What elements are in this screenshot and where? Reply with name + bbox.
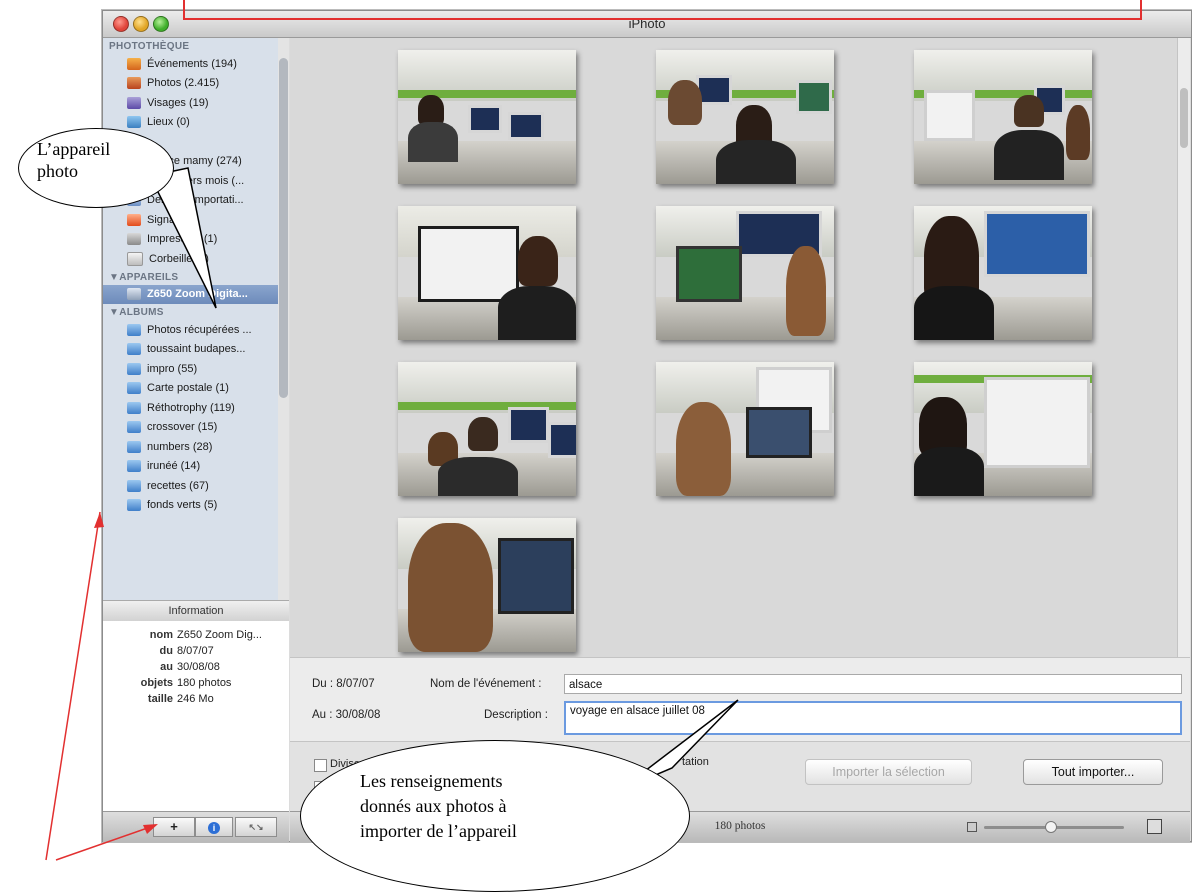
red-arrow-sidebar bbox=[45, 511, 101, 861]
album-icon bbox=[127, 440, 141, 453]
thumbnail-size-knob[interactable] bbox=[1045, 821, 1057, 833]
fullscreen-icon: ↖↘ bbox=[248, 822, 264, 832]
photo-thumbnail[interactable] bbox=[398, 518, 576, 652]
photo-thumbnail[interactable] bbox=[656, 206, 834, 340]
sidebar-item-photos[interactable]: Photos (2.415) bbox=[103, 74, 277, 94]
sidebar-album[interactable]: impro (55) bbox=[103, 359, 277, 379]
info-row-from: du 8/07/07 bbox=[159, 645, 214, 657]
faces-icon bbox=[127, 96, 141, 109]
info-row-name: nom Z650 Zoom Dig... bbox=[149, 629, 262, 641]
sidebar-album[interactable]: Carte postale (1) bbox=[103, 379, 277, 399]
library-section-header: PHOTOTHÈQUE bbox=[109, 41, 190, 52]
photo-browser-scrollbar[interactable] bbox=[1177, 38, 1190, 657]
sidebar-item-flagged[interactable]: Signalées bbox=[103, 210, 277, 230]
album-icon bbox=[127, 343, 141, 356]
event-name-field[interactable]: alsace bbox=[564, 674, 1182, 694]
iphoto-window: iPhoto PHOTOTHÈQUE Événements (194) Phot… bbox=[102, 10, 1192, 842]
small-thumbnail-icon bbox=[967, 822, 977, 832]
import-event-form: Du : 8/07/07 Au : 30/08/08 Nom de l'évén… bbox=[290, 657, 1190, 742]
print-icon bbox=[127, 233, 141, 246]
album-icon bbox=[127, 323, 141, 336]
info-pane: nom Z650 Zoom Dig... du 8/07/07 au 30/08/08… bbox=[103, 621, 289, 811]
sidebar-toolbar: + i ↖↘ bbox=[103, 811, 289, 842]
info-button[interactable]: i bbox=[195, 817, 233, 837]
event-name-label: Nom de l'événement : bbox=[430, 678, 542, 690]
flag-icon bbox=[127, 213, 141, 226]
album-icon bbox=[127, 382, 141, 395]
photo-thumbnail[interactable] bbox=[914, 50, 1092, 184]
album-icon bbox=[127, 421, 141, 434]
info-icon: i bbox=[208, 822, 220, 834]
camera-callout-text-2: photo bbox=[37, 161, 79, 181]
from-date-label: Du : 8/07/07 bbox=[312, 678, 375, 690]
split-events-checkbox[interactable] bbox=[314, 759, 327, 772]
photo-thumbnail[interactable] bbox=[398, 362, 576, 496]
photo-browser-scroll-thumb[interactable] bbox=[1180, 88, 1188, 148]
info-row-objects: objets 180 photos bbox=[140, 677, 232, 689]
info-callout-text-3: importer de l’appareil bbox=[360, 821, 517, 841]
import-selection-button[interactable]: Importer la sélection bbox=[805, 759, 972, 785]
sidebar-album[interactable]: Réthotrophy (119) bbox=[103, 398, 277, 418]
import-all-button[interactable]: Tout importer... bbox=[1023, 759, 1163, 785]
albums-section-header[interactable]: ▼ALBUMS bbox=[103, 304, 289, 320]
album-icon bbox=[127, 401, 141, 414]
split-events-label-end: tation bbox=[682, 756, 709, 768]
sidebar-album[interactable]: Photos récupérées ... bbox=[103, 320, 277, 340]
sidebar-album[interactable]: toussaint budapes... bbox=[103, 340, 277, 360]
source-list: PHOTOTHÈQUE Événements (194) Photos (2.4… bbox=[103, 38, 289, 600]
sidebar-item-places[interactable]: Lieux (0) bbox=[103, 113, 277, 133]
album-icon bbox=[127, 499, 141, 512]
photo-thumbnail[interactable] bbox=[656, 362, 834, 496]
trash-icon bbox=[127, 251, 143, 266]
devices-section-header[interactable]: ▼APPAREILS bbox=[103, 269, 289, 285]
camera-icon bbox=[127, 288, 141, 301]
events-icon bbox=[127, 57, 141, 70]
album-icon bbox=[127, 479, 141, 492]
sidebar-item-trash[interactable]: Corbeille (1) bbox=[103, 249, 277, 269]
sidebar-item-camera[interactable]: Z650 Zoom Digita... bbox=[103, 284, 278, 304]
fullscreen-button[interactable]: ↖↘ bbox=[235, 817, 277, 837]
sidebar-album[interactable]: fonds verts (5) bbox=[103, 496, 277, 516]
description-label: Description : bbox=[484, 709, 548, 721]
to-date-label: Au : 30/08/08 bbox=[312, 709, 381, 721]
photo-thumbnail[interactable] bbox=[914, 206, 1092, 340]
sidebar-album[interactable]: crossover (15) bbox=[103, 418, 277, 438]
album-icon bbox=[127, 460, 141, 473]
info-row-size: taille 246 Mo bbox=[147, 693, 214, 705]
sidebar-album[interactable]: numbers (28) bbox=[103, 437, 277, 457]
places-icon bbox=[127, 116, 141, 129]
sidebar-album[interactable]: recettes (67) bbox=[103, 476, 277, 496]
sidebar-album[interactable]: irunéé (14) bbox=[103, 457, 277, 477]
photo-thumbnail[interactable] bbox=[398, 206, 576, 340]
sidebar-item-faces[interactable]: Visages (19) bbox=[103, 93, 277, 113]
title-highlight-box bbox=[183, 0, 1142, 20]
photo-thumbnail[interactable] bbox=[914, 362, 1092, 496]
sidebar-scroll-thumb[interactable] bbox=[279, 58, 288, 398]
description-field[interactable]: voyage en alsace juillet 08 bbox=[564, 701, 1182, 735]
sidebar-scrollbar[interactable] bbox=[278, 38, 289, 600]
large-thumbnail-icon bbox=[1147, 819, 1162, 834]
info-pane-header: Information bbox=[103, 600, 289, 622]
photos-icon bbox=[127, 77, 141, 90]
photo-browser bbox=[290, 38, 1190, 657]
info-row-to: au 30/08/08 bbox=[160, 661, 220, 673]
photo-thumbnail[interactable] bbox=[656, 50, 834, 184]
sidebar-item-print[interactable]: Impression (1) bbox=[103, 230, 277, 250]
album-icon bbox=[127, 362, 141, 375]
camera-callout-text-1: L’appareil bbox=[37, 139, 111, 159]
info-callout-text-2: donnés aux photos à bbox=[360, 796, 507, 816]
info-callout-text-1: Les renseignements bbox=[360, 771, 503, 791]
photo-thumbnail[interactable] bbox=[398, 50, 576, 184]
add-button[interactable]: + bbox=[153, 817, 195, 837]
sidebar-item-events[interactable]: Événements (194) bbox=[103, 54, 277, 74]
